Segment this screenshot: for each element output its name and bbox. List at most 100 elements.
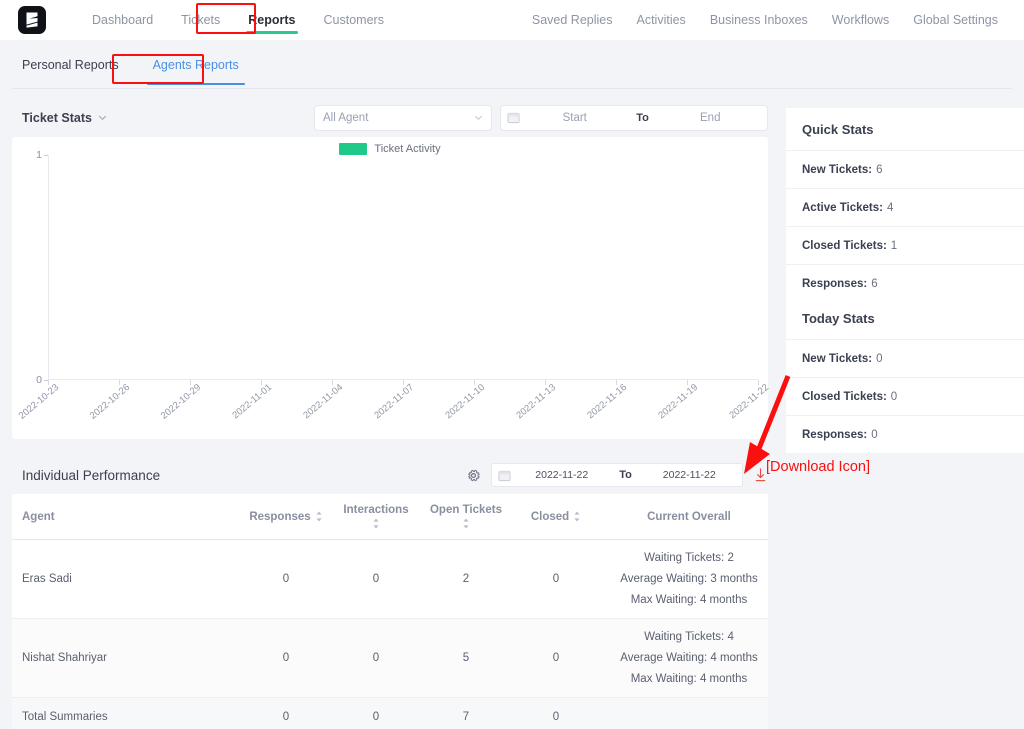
reports-page: Dashboard Tickets Reports Customers Save… bbox=[0, 0, 1024, 729]
app-logo-icon[interactable] bbox=[18, 6, 46, 34]
value: 6 bbox=[876, 163, 883, 176]
label: Active Tickets: bbox=[802, 201, 883, 214]
performance-to-label: To bbox=[619, 469, 632, 481]
value: 0 bbox=[876, 352, 883, 365]
chart-y-tick: 1 bbox=[36, 149, 42, 161]
chart-x-tick-label: 2022-11-01 bbox=[230, 382, 275, 422]
performance-date-range[interactable]: 2022-11-22 To 2022-11-22 bbox=[491, 463, 743, 487]
cell-responses: 0 bbox=[282, 573, 290, 585]
table-header-row: Agent Responses Interactions Open Ticket… bbox=[12, 494, 768, 540]
nav-item-global-settings[interactable]: Global Settings bbox=[901, 0, 1010, 40]
column-header-interactions[interactable]: Interactions bbox=[332, 494, 420, 539]
today-stats-row-new-tickets: New Tickets: 0 bbox=[786, 339, 1024, 377]
nav-item-business-inboxes[interactable]: Business Inboxes bbox=[698, 0, 820, 40]
nav-item-workflows[interactable]: Workflows bbox=[820, 0, 901, 40]
label: Closed Tickets: bbox=[802, 239, 887, 252]
chart-x-tick-label: 2022-11-10 bbox=[443, 382, 488, 422]
chart-x-tick-label: 2022-11-13 bbox=[514, 382, 559, 422]
value: 0 bbox=[871, 428, 878, 441]
individual-performance-tools: 2022-11-22 To 2022-11-22 bbox=[466, 463, 768, 487]
quick-stats-panel: Quick Stats New Tickets: 6 Active Ticket… bbox=[786, 108, 1024, 302]
nav-item-saved-replies[interactable]: Saved Replies bbox=[520, 0, 625, 40]
start-date-input[interactable]: Start bbox=[524, 112, 626, 124]
cell-interactions: 0 bbox=[372, 652, 380, 664]
cell-responses: 0 bbox=[282, 652, 290, 664]
chart-y-tick: 0 bbox=[36, 374, 42, 386]
max-waiting-text: Max Waiting: 4 months bbox=[630, 593, 748, 606]
cell-total-label: Total Summaries bbox=[22, 711, 108, 723]
average-waiting-text: Average Waiting: 4 months bbox=[620, 651, 758, 664]
individual-performance-toolbar: Individual Performance 2022-11-22 To 202… bbox=[12, 456, 768, 494]
calendar-icon bbox=[507, 112, 520, 124]
primary-nav-right: Saved Replies Activities Business Inboxe… bbox=[520, 0, 1010, 40]
performance-start-date[interactable]: 2022-11-22 bbox=[515, 469, 609, 481]
cell-closed: 0 bbox=[552, 573, 560, 585]
end-date-input[interactable]: End bbox=[660, 112, 762, 124]
cell-total-open-tickets: 7 bbox=[462, 711, 470, 723]
nav-item-tickets[interactable]: Tickets bbox=[167, 0, 234, 40]
column-header-current-overall: Current Overall bbox=[600, 494, 768, 539]
average-waiting-text: Average Waiting: 3 months bbox=[620, 572, 758, 585]
ticket-stats-toolbar: Ticket Stats All Agent Start To End bbox=[12, 100, 768, 135]
ticket-stats-title-label: Ticket Stats bbox=[22, 110, 92, 125]
column-header-agent[interactable]: Agent bbox=[12, 494, 240, 539]
table-row[interactable]: Eras Sadi 0 0 2 0 Waiting Tickets: 2 Ave… bbox=[12, 540, 768, 619]
column-header-responses[interactable]: Responses bbox=[240, 494, 332, 539]
individual-performance-title: Individual Performance bbox=[22, 467, 161, 483]
chart-x-tick-labels: 2022-10-23 2022-10-26 2022-10-29 2022-11-01… bbox=[17, 382, 771, 434]
sort-icon bbox=[316, 511, 322, 522]
chevron-down-icon bbox=[474, 115, 483, 121]
cell-current-overall: Waiting Tickets: 2 Average Waiting: 3 mo… bbox=[600, 540, 768, 618]
chart-series-ticket-activity bbox=[48, 155, 758, 380]
agent-filter-select[interactable]: All Agent bbox=[314, 104, 492, 131]
today-stats-row-responses: Responses: 0 bbox=[786, 415, 1024, 453]
annotation-label-download: [Download Icon] bbox=[766, 459, 870, 475]
sort-icon bbox=[574, 511, 580, 522]
today-stats-panel: Today Stats New Tickets: 0 Closed Ticket… bbox=[786, 297, 1024, 453]
performance-end-date[interactable]: 2022-11-22 bbox=[643, 469, 737, 481]
nav-item-reports[interactable]: Reports bbox=[234, 0, 309, 40]
legend-swatch-ticket-activity bbox=[339, 143, 368, 155]
waiting-tickets-text: Waiting Tickets: 2 bbox=[644, 551, 734, 564]
label: Agent bbox=[22, 510, 55, 523]
table-row[interactable]: Nishat Shahriyar 0 0 5 0 Waiting Tickets… bbox=[12, 619, 768, 698]
cell-total-current-overall bbox=[600, 698, 768, 729]
chart-legend: Ticket Activity bbox=[12, 143, 768, 155]
nav-item-dashboard[interactable]: Dashboard bbox=[78, 0, 167, 40]
chart-x-tick-label: 2022-11-16 bbox=[585, 382, 630, 422]
chart-x-tick-label: 2022-11-04 bbox=[301, 382, 346, 422]
chart-plot-area: 01 bbox=[36, 149, 759, 386]
ticket-stats-filters: All Agent Start To End bbox=[314, 104, 768, 131]
top-navigation-bar: Dashboard Tickets Reports Customers Save… bbox=[0, 0, 1024, 40]
cell-current-overall: Waiting Tickets: 4 Average Waiting: 4 mo… bbox=[600, 619, 768, 697]
quick-stats-row-new-tickets: New Tickets: 6 bbox=[786, 150, 1024, 188]
column-header-closed[interactable]: Closed bbox=[512, 494, 600, 539]
table-total-row: Total Summaries 0 0 7 0 bbox=[12, 698, 768, 729]
ticket-stats-title[interactable]: Ticket Stats bbox=[22, 111, 107, 125]
agent-filter-value: All Agent bbox=[323, 111, 369, 124]
quick-stats-row-active-tickets: Active Tickets: 4 bbox=[786, 188, 1024, 226]
cell-open-tickets: 2 bbox=[462, 573, 470, 585]
nav-item-customers[interactable]: Customers bbox=[310, 0, 398, 40]
gear-icon[interactable] bbox=[466, 468, 481, 483]
waiting-tickets-text: Waiting Tickets: 4 bbox=[644, 630, 734, 643]
individual-performance-table: Agent Responses Interactions Open Ticket… bbox=[12, 494, 768, 729]
nav-item-activities[interactable]: Activities bbox=[624, 0, 697, 40]
chart-x-tick-label: 2022-11-22 bbox=[727, 382, 772, 422]
tab-personal-reports[interactable]: Personal Reports bbox=[14, 51, 127, 79]
table-header: Agent Responses Interactions Open Ticket… bbox=[12, 494, 768, 540]
calendar-icon bbox=[498, 470, 511, 481]
subtabs-divider bbox=[12, 88, 1012, 89]
quick-stats-title: Quick Stats bbox=[786, 108, 1024, 150]
primary-nav-left: Dashboard Tickets Reports Customers bbox=[78, 0, 398, 40]
cell-total-closed: 0 bbox=[552, 711, 560, 723]
sort-icon bbox=[463, 518, 469, 529]
chart-x-tick-label: 2022-10-29 bbox=[158, 382, 204, 422]
tab-agents-reports[interactable]: Agents Reports bbox=[145, 51, 247, 85]
label: Interactions bbox=[343, 504, 409, 516]
ticket-stats-date-range[interactable]: Start To End bbox=[500, 104, 768, 131]
value: 4 bbox=[886, 201, 894, 214]
label: Closed bbox=[530, 510, 570, 523]
column-header-open-tickets[interactable]: Open Tickets bbox=[420, 494, 512, 539]
value: 0 bbox=[890, 390, 898, 403]
